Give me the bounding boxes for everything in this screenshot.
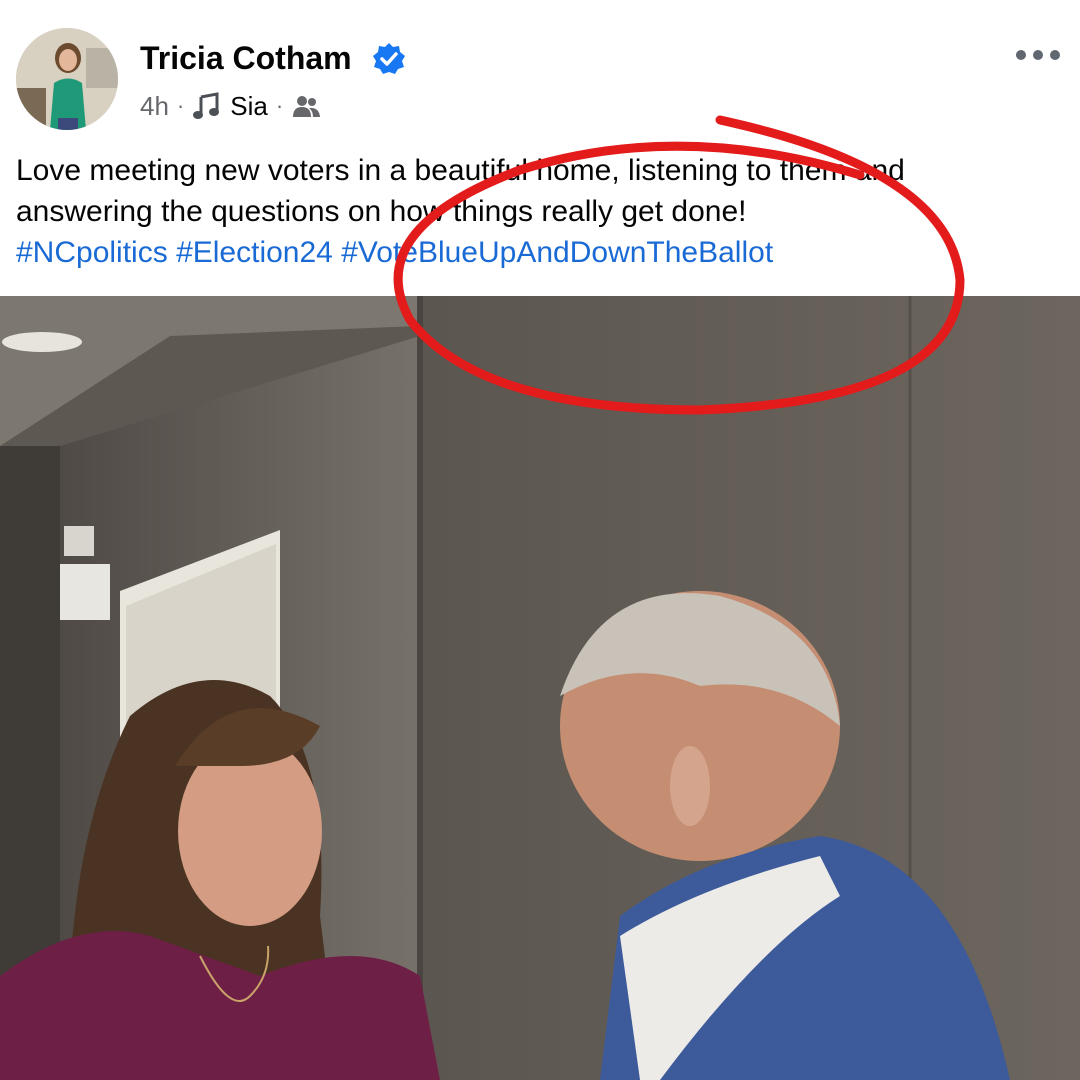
author-name[interactable]: Tricia Cotham [140, 40, 352, 77]
friends-audience-icon[interactable] [291, 93, 321, 119]
more-options-button[interactable] [1012, 40, 1064, 70]
music-artist[interactable]: Sia [230, 91, 268, 122]
caption-line-1: Love meeting new voters in a beautiful h… [16, 154, 905, 187]
caption-line-2: answering the questions on how things re… [16, 195, 747, 228]
post-meta: 4h · Sia · [140, 88, 321, 124]
post-caption: Love meeting new voters in a beautiful h… [16, 150, 1076, 273]
post-header: Tricia Cotham 4h · Sia · [0, 0, 1080, 140]
meta-separator: · [176, 93, 185, 118]
meta-separator-2: · [275, 93, 284, 118]
hashtag-voteblue[interactable]: #VoteBlueUpAndDownTheBallot [341, 236, 773, 269]
post-photo[interactable] [0, 296, 1080, 1080]
hashtag-election24[interactable]: #Election24 [176, 236, 333, 269]
hashtag-ncpolitics[interactable]: #NCpolitics [16, 236, 168, 269]
hashtag-row: #NCpolitics #Election24 #VoteBlueUpAndDo… [16, 232, 1076, 273]
verified-badge-icon [373, 43, 405, 74]
more-options-icon [1016, 50, 1060, 60]
music-note-icon [193, 92, 220, 119]
author-avatar[interactable] [16, 28, 118, 130]
post-timestamp[interactable]: 4h [140, 91, 169, 122]
